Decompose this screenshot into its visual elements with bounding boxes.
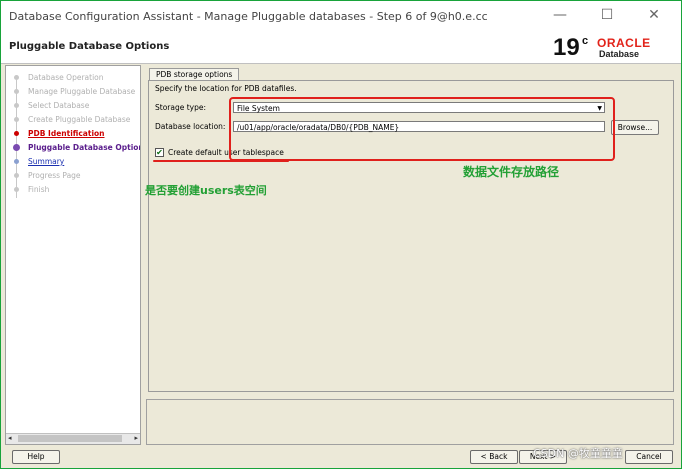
annotation-red-box [229,97,615,161]
annotation-datafile-location: 数据文件存放路径 [463,165,560,179]
nav-step-pluggable-database-options[interactable]: Pluggable Database Options [6,141,140,155]
logo-version-suffix: c [582,35,589,47]
step-dot-icon [14,159,19,164]
help-button[interactable]: Help [12,450,60,464]
step-dot-icon [14,103,19,108]
minimize-icon[interactable]: — [549,6,571,24]
message-area [146,399,674,445]
create-default-tablespace-checkbox[interactable]: ✔ [155,148,164,157]
nav-step-finish: Finish [6,183,140,197]
cancel-button[interactable]: Cancel [625,450,673,464]
step-dot-icon [14,89,19,94]
nav-horizontal-scrollbar[interactable]: ◂ ▸ [6,433,140,444]
storage-type-label: Storage type: [155,103,207,112]
dbca-window: Database Configuration Assistant - Manag… [0,0,682,469]
step-dot-icon [14,75,19,80]
main-content: PDB storage options Specify the location… [145,65,674,392]
annotation-users-tablespace: 是否要创建users表空间 [145,184,267,197]
logo-version: 19 [553,34,580,61]
step-navigator: Database Operation Manage Pluggable Data… [5,65,141,445]
nav-step-pdb-identification[interactable]: PDB Identification [6,127,140,141]
page-header: Pluggable Database Options 19 c ORACLE D… [1,31,681,64]
database-location-label: Database location: [155,122,226,131]
logo-brand: ORACLE [597,36,651,50]
error-icon [14,131,19,136]
annotation-red-underline [153,160,289,162]
nav-step-database-operation: Database Operation [6,71,140,85]
browse-button[interactable]: Browse... [611,120,659,135]
nav-step-manage-pluggable-database: Manage Pluggable Database [6,85,140,99]
window-title: Database Configuration Assistant - Manag… [9,10,488,23]
logo-product: Database [599,49,640,59]
scroll-right-icon[interactable]: ▸ [134,434,138,442]
current-step-icon [13,144,20,151]
title-bar: Database Configuration Assistant - Manag… [1,1,681,31]
page-title: Pluggable Database Options [9,41,170,52]
scroll-left-icon[interactable]: ◂ [8,434,12,442]
back-button[interactable]: < Back [470,450,518,464]
step-dot-icon [14,173,19,178]
scrollbar-thumb[interactable] [18,435,122,442]
close-icon[interactable]: ✕ [643,6,665,24]
storage-options-panel: Specify the location for PDB datafiles. … [145,80,674,392]
step-dot-icon [14,117,19,122]
panel-description: Specify the location for PDB datafiles. [155,84,297,93]
csdn-watermark: CSDN @牧童童童 [533,447,623,460]
nav-step-progress-page: Progress Page [6,169,140,183]
maximize-icon[interactable]: ☐ [596,6,618,24]
nav-step-summary[interactable]: Summary [6,155,140,169]
step-dot-icon [14,187,19,192]
nav-step-select-database: Select Database [6,99,140,113]
nav-step-create-pluggable-database: Create Pluggable Database [6,113,140,127]
